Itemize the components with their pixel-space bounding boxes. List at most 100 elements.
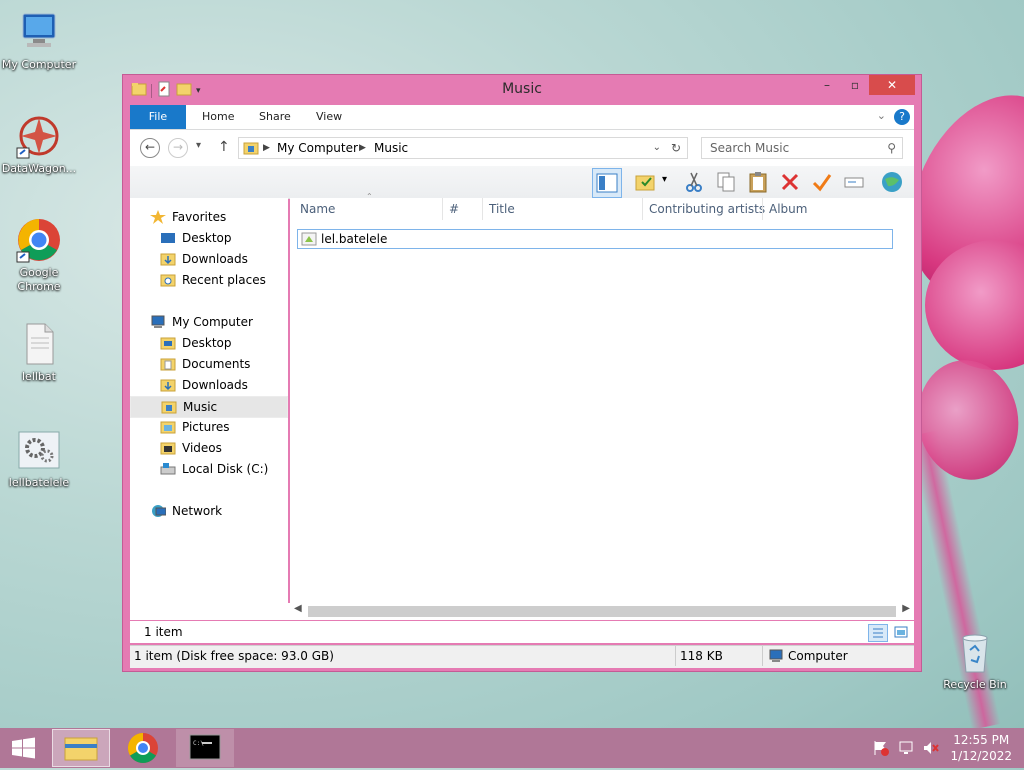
datawagon-icon <box>15 112 63 160</box>
column-contributing-artists[interactable]: Contributing artists <box>649 198 765 220</box>
refresh-icon[interactable]: ↻ <box>671 138 681 158</box>
pictures-folder-icon <box>160 420 176 434</box>
volume-muted-icon[interactable] <box>922 740 940 759</box>
action-center-icon[interactable] <box>872 740 890 759</box>
sort-arrow-icon: ⌃ <box>366 192 373 201</box>
computer-icon <box>150 315 166 329</box>
scroll-left-icon[interactable]: ◀ <box>294 603 302 614</box>
desktop-icon-label: lellbat <box>22 370 56 383</box>
taskbar-file-explorer[interactable] <box>52 729 110 767</box>
close-button[interactable]: ✕ <box>869 75 915 95</box>
column-title[interactable]: Title <box>489 198 515 220</box>
clock[interactable]: 12:55 PM 1/12/2022 <box>950 732 1012 764</box>
details-bar: 1 item (Disk free space: 93.0 GB) 118 KB… <box>130 645 914 668</box>
music-folder-icon <box>161 400 177 414</box>
ribbon: File Home Share View ⌄ ? <box>130 105 914 130</box>
address-row: ← → ▾ ↑ ▶ My Computer ▶ Music ⌄ ↻ Search… <box>130 130 914 166</box>
explorer-window: ▾ Music – ▫ ✕ File Home Share View ⌄ ? ←… <box>122 74 922 672</box>
maximize-button[interactable]: ▫ <box>841 75 869 95</box>
downloads-folder-icon <box>160 378 176 392</box>
computer-icon <box>15 8 63 56</box>
tab-share[interactable]: Share <box>245 105 305 129</box>
globe-icon[interactable] <box>880 170 904 194</box>
nav-computer-videos[interactable]: Videos <box>130 438 286 458</box>
desktop-icon-my-computer[interactable]: My Computer <box>0 8 78 72</box>
clock-date: 1/12/2022 <box>950 749 1012 763</box>
taskbar-chrome[interactable] <box>114 729 172 767</box>
copy-icon[interactable] <box>714 170 738 194</box>
help-icon[interactable]: ? <box>894 109 910 125</box>
tab-home[interactable]: Home <box>188 105 248 129</box>
star-icon <box>150 210 166 224</box>
recent-locations-icon[interactable]: ▾ <box>196 140 201 151</box>
file-row[interactable]: lel.batelele <box>297 229 893 249</box>
disk-free-space: 1 item (Disk free space: 93.0 GB) <box>134 649 334 663</box>
up-button[interactable]: ↑ <box>218 139 230 155</box>
forward-button[interactable]: → <box>168 138 188 158</box>
nav-favorites[interactable]: Favorites <box>130 207 286 227</box>
tab-file[interactable]: File <box>130 105 186 129</box>
details-view-button[interactable] <box>868 624 888 642</box>
nav-computer-music[interactable]: Music <box>130 396 288 418</box>
column-number[interactable]: # <box>449 198 459 220</box>
address-dropdown-icon[interactable]: ⌄ <box>653 138 661 158</box>
address-bar[interactable]: ▶ My Computer ▶ Music ⌄ ↻ <box>238 137 688 159</box>
clock-time: 12:55 PM <box>953 733 1010 747</box>
delete-icon[interactable] <box>778 170 802 194</box>
recent-places-icon <box>160 273 176 287</box>
drive-icon <box>160 462 176 476</box>
window-title: Music <box>502 81 542 97</box>
expand-ribbon-icon[interactable]: ⌄ <box>877 109 886 122</box>
network-icon <box>150 504 167 518</box>
chevron-down-icon[interactable]: ▾ <box>662 174 667 185</box>
desktop-icon-recycle-bin[interactable]: Recycle Bin <box>936 628 1014 692</box>
cut-icon[interactable] <box>682 170 706 194</box>
nav-favorites-desktop[interactable]: Desktop <box>130 228 286 248</box>
column-album[interactable]: Album <box>769 198 807 220</box>
desktop-icon-datawagon[interactable]: DataWagon... <box>0 112 78 176</box>
breadcrumb-music[interactable]: Music <box>374 138 408 158</box>
nav-computer-downloads[interactable]: Downloads <box>130 375 286 395</box>
paste-icon[interactable] <box>746 170 770 194</box>
column-name[interactable]: Name <box>300 198 335 220</box>
music-folder-icon <box>243 141 259 161</box>
desktop-icon-google-chrome[interactable]: Google Chrome <box>0 216 78 294</box>
file-name: lel.batelele <box>321 232 388 246</box>
scroll-right-icon[interactable]: ▶ <box>902 603 910 614</box>
horizontal-scrollbar[interactable]: ◀ ▶ <box>130 603 914 620</box>
nav-my-computer[interactable]: My Computer <box>130 312 286 332</box>
selection-size: 118 KB <box>680 649 723 663</box>
nav-favorites-recent-places[interactable]: Recent places <box>130 270 286 290</box>
title-bar[interactable]: ▾ Music – ▫ ✕ <box>123 75 921 105</box>
location-label: Computer <box>788 649 848 663</box>
minimize-button[interactable]: – <box>813 75 841 95</box>
nav-favorites-downloads[interactable]: Downloads <box>130 249 286 269</box>
nav-computer-local-disk[interactable]: Local Disk (C:) <box>130 459 286 479</box>
rename-icon[interactable] <box>842 170 866 194</box>
desktop-icon-label: lellbatelele <box>8 476 70 489</box>
document-icon <box>15 320 63 368</box>
start-button[interactable] <box>0 729 48 767</box>
nav-computer-pictures[interactable]: Pictures <box>130 417 286 437</box>
desktop-icon-lellbatelele[interactable]: lellbatelele <box>0 426 78 490</box>
taskbar: C:\ 12:55 PM 1/12/2022 <box>0 728 1024 768</box>
select-folder-icon[interactable] <box>634 170 658 194</box>
breadcrumb-my-computer[interactable]: My Computer <box>277 138 358 158</box>
network-status-icon[interactable] <box>898 740 916 759</box>
tab-view[interactable]: View <box>302 105 356 129</box>
file-list: ⌃ Name # Title Contributing artists Albu… <box>290 192 914 620</box>
scrollbar-thumb[interactable] <box>308 606 896 617</box>
navigation-pane: Favorites Desktop Downloads Recent place… <box>130 198 288 620</box>
preview-pane-button[interactable] <box>592 168 622 198</box>
nav-computer-documents[interactable]: Documents <box>130 354 286 374</box>
back-button[interactable]: ← <box>140 138 160 158</box>
large-icons-view-button[interactable] <box>892 624 910 640</box>
checkmark-icon[interactable] <box>810 170 834 194</box>
nav-computer-desktop[interactable]: Desktop <box>130 333 286 353</box>
nav-network[interactable]: Network <box>130 501 286 521</box>
desktop-icon-lellbat[interactable]: lellbat <box>0 320 78 384</box>
taskbar-command-prompt[interactable]: C:\ <box>176 729 234 767</box>
command-toolbar: ▾ <box>130 166 914 199</box>
settings-file-icon <box>15 426 63 474</box>
search-input[interactable]: Search Music ⚲ <box>701 137 903 159</box>
